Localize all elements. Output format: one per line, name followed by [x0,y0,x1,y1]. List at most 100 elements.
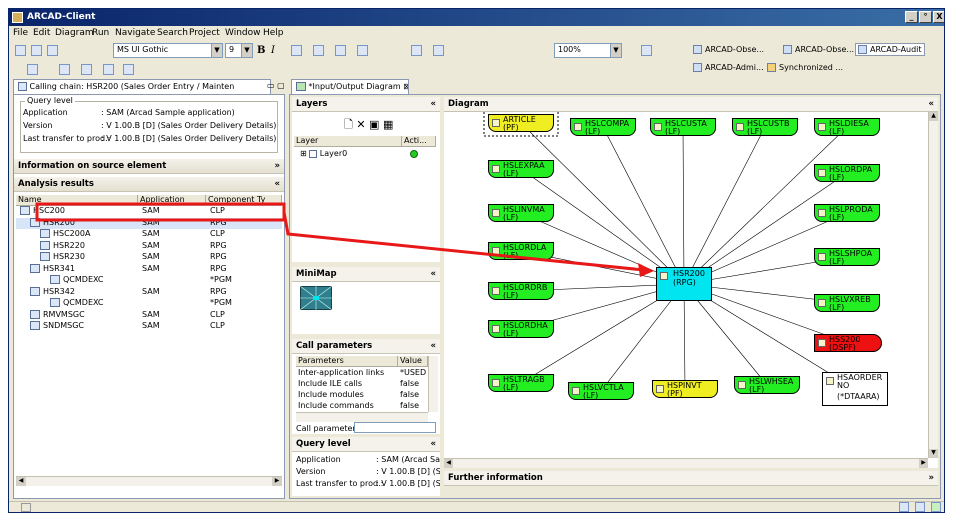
diagram-node-hslcusta[interactable]: HSLCUSTA (LF) [650,118,716,136]
diagram-node-hsldiesa[interactable]: HSLDIESA (LF) [814,118,880,136]
table-row[interactable]: HSR341 SAM RPG [16,263,282,275]
layers-header[interactable]: Layers « [292,97,440,112]
tab-calling-chain[interactable]: Calling chain: HSR200 (Sales Order Entry… [13,79,271,94]
menu-edit[interactable]: Edit [33,28,50,38]
info-source-header[interactable]: Information on source element » [14,159,284,174]
layer-toolbar[interactable]: 🗋 ✕ ▣ ▦ [344,116,393,135]
diagram-node-hslvxreb[interactable]: HSLVXREB (LF) [814,294,880,312]
column-header-value[interactable]: Value [398,356,428,367]
table-row[interactable]: RMVMSGC SAM CLP [16,309,282,321]
table-row[interactable]: QCMDEXC *PGM [16,275,282,286]
call-parameters-field[interactable] [354,422,436,433]
bold-button[interactable]: B [257,45,265,56]
column-header-parameters[interactable]: Parameters [296,356,398,367]
diagram-node-hsltragb[interactable]: HSLTRAGB (LF) [488,374,554,392]
run-icon[interactable] [641,45,652,56]
line-color-icon[interactable] [335,45,346,56]
diagram-node-hslexpaa[interactable]: HSLEXPAA (LF) [488,160,554,178]
diagram-node-hss200[interactable]: HSS200 (DSPF) [814,334,882,352]
diagram-node-hslordpa[interactable]: HSLORDPA (LF) [814,164,880,182]
horizontal-scrollbar[interactable] [296,412,428,422]
column-header-component-type[interactable]: Component Ty [206,195,282,206]
status-tool-icon[interactable] [931,502,941,512]
forward-icon[interactable] [123,64,134,75]
horizontal-scrollbar[interactable]: ◀ ▶ [16,476,282,486]
font-color-icon[interactable] [291,45,302,56]
arrange-icon[interactable] [411,45,422,56]
scroll-right-icon[interactable]: ▶ [272,477,282,486]
parameter-row[interactable]: Include commands false [298,401,419,410]
diagram-node-hslshpoa[interactable]: HSLSHPOA (LF) [814,248,880,266]
analysis-results-header[interactable]: Analysis results « [14,177,284,192]
diagram-node-hslvctla[interactable]: HSLVCTLA (LF) [568,382,634,400]
column-header-layer[interactable]: Layer [294,136,402,147]
edit-icon[interactable] [59,64,70,75]
status-tool-icon[interactable] [915,502,925,512]
diagram-canvas[interactable]: HSR200 (RPG) ARTICLE (PF) HSLCOMPA (LF) HSLC… [444,112,938,468]
diagram-node-hslinvma[interactable]: HSLINVMA (LF) [488,204,554,222]
column-header-active[interactable]: Acti... [402,136,436,147]
parameter-row[interactable]: Include modules false [298,390,419,399]
fill-color-icon[interactable] [313,45,324,56]
scroll-left-icon[interactable]: ◀ [444,459,453,468]
perspective-synchronized[interactable]: Synchronized ... [767,63,843,72]
column-header-name[interactable]: Name [16,195,138,206]
table-row[interactable]: HSR342 SAM RPG [16,286,282,298]
vertical-scrollbar[interactable]: ▲ ▼ [928,112,938,458]
status-tool-icon[interactable] [899,502,909,512]
diagram-node-hslordla[interactable]: HSLORDLA (LF) [488,242,554,260]
horizontal-scrollbar[interactable]: ◀ ▶ [444,458,928,468]
table-row[interactable]: HSC200A SAM CLP [16,229,282,240]
layer-item[interactable]: ⊞ Layer0 [300,149,347,158]
menu-navigate[interactable]: Navigate [115,28,155,38]
diagram-header[interactable]: Diagram « [444,97,938,112]
table-row[interactable]: HSC200 SAM CLP [16,206,282,217]
table-row[interactable]: QCMDEXC *PGM [16,298,282,309]
menu-file[interactable]: File [13,28,28,38]
diagram-node-hslordha[interactable]: HSLORDHA (LF) [488,320,554,338]
parameter-row[interactable]: Include ILE calls false [298,379,419,388]
perspective-arcad-audit[interactable]: ARCAD-Audit [855,43,925,56]
minimap-pane[interactable] [292,282,440,334]
menu-window[interactable]: Window [225,28,261,38]
diagram-node-hslcompa[interactable]: HSLCOMPA (LF) [570,118,636,136]
call-parameters-header[interactable]: Call parameters « [292,339,440,354]
minimize-button[interactable]: _ [905,11,918,23]
diagram-node-hslwhsea[interactable]: HSLWHSEA (LF) [734,376,800,394]
diagram-node-hsaorderno[interactable]: HSAORDERNO (*DTAARA) [822,372,888,406]
perspective-arcad-observer-2[interactable]: ARCAD-Obse... [783,45,854,54]
arrow-style-icon[interactable] [357,45,368,56]
table-row[interactable]: HSR200 SAM RPG [16,217,282,229]
new-icon[interactable] [15,45,26,56]
font-combo[interactable]: MS UI Gothic ▼ [113,43,223,58]
tab-input-output-diagram[interactable]: *Input/Output Diagram ⊠ [291,79,409,94]
query-level-header[interactable]: Query level « [292,437,440,452]
checkbox-icon[interactable] [309,149,318,158]
save-icon[interactable] [31,45,42,56]
scroll-up-icon[interactable]: ▲ [929,112,938,121]
perspective-arcad-observer-1[interactable]: ARCAD-Obse... [693,45,764,54]
table-row[interactable]: HSR230 SAM RPG [16,252,282,263]
scroll-left-icon[interactable]: ◀ [16,477,26,486]
menu-project[interactable]: Project [189,28,220,38]
menu-search[interactable]: Search [157,28,188,38]
active-indicator-icon[interactable] [410,150,418,158]
align-icon[interactable] [433,45,444,56]
menu-help[interactable]: Help [263,28,284,38]
diagram-node-article[interactable]: ARTICLE (PF) [488,114,554,132]
diagram-node-hslproda[interactable]: HSLPRODA (LF) [814,204,880,222]
center-node-hsr200[interactable]: HSR200 (RPG) [656,267,712,301]
menu-diagram[interactable]: Diagram [55,28,94,38]
wizard-icon[interactable] [27,64,38,75]
diagram-node-hslordrb[interactable]: HSLORDRB (LF) [488,282,554,300]
diagram-node-hslcustb[interactable]: HSLCUSTB (LF) [732,118,798,136]
back-icon[interactable] [103,64,114,75]
perspective-arcad-admin[interactable]: ARCAD-Admi... [693,63,764,72]
scroll-right-icon[interactable]: ▶ [919,459,928,468]
menu-run[interactable]: Run [92,28,109,38]
print-icon[interactable] [47,45,58,56]
font-size-combo[interactable]: 9 ▼ [225,43,253,58]
italic-button[interactable]: I [271,45,275,56]
vertical-scrollbar[interactable] [428,356,438,412]
minimize-view-icon[interactable]: ▭ ▢ [267,81,285,90]
